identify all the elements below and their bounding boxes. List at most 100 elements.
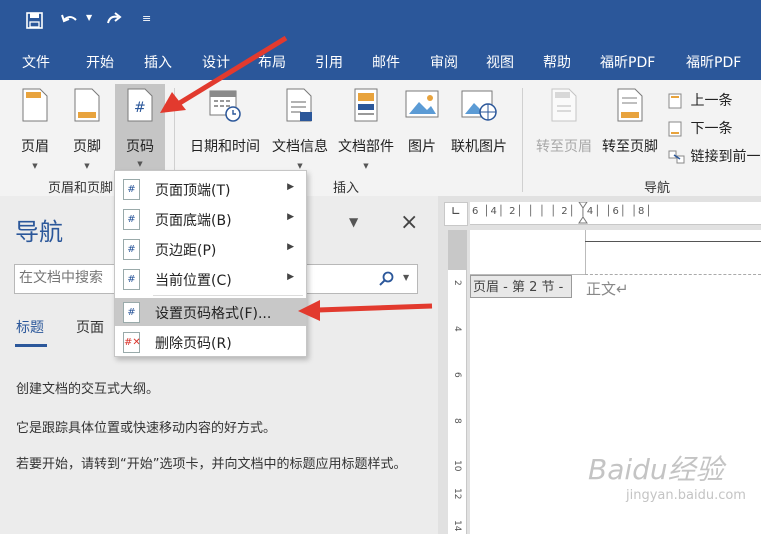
svg-text:#: #	[134, 100, 146, 116]
goto-header-icon	[551, 88, 577, 122]
goto-header-button[interactable]: 转至页眉	[532, 88, 596, 174]
picture-icon	[405, 90, 439, 118]
goto-footer-icon	[617, 88, 643, 122]
search-icon[interactable]	[379, 271, 395, 287]
ruler-tick-14: 14	[452, 520, 462, 532]
redo-icon[interactable]	[104, 12, 124, 29]
menu-item-label: 删除页码(R)	[155, 336, 232, 352]
goto-header-label: 转至页眉	[536, 139, 592, 155]
page-number-margin-icon: #	[123, 239, 140, 260]
chevron-down-icon: ▼	[363, 162, 369, 170]
tab-headings[interactable]: 标题	[16, 317, 44, 337]
previous-icon	[668, 93, 682, 109]
next-icon	[668, 121, 682, 137]
page-number-current-icon: #	[123, 269, 140, 290]
goto-footer-label: 转至页脚	[602, 139, 658, 155]
chevron-down-icon: ▼	[32, 162, 38, 170]
footer-icon	[74, 88, 100, 122]
tab-foxit-pdf-1[interactable]: 福昕PDF	[600, 52, 655, 72]
body-text[interactable]: 正文↵	[586, 278, 629, 299]
calendar-clock-icon	[209, 90, 241, 122]
ruler-tick-4: 4	[452, 326, 462, 332]
tab-mailings[interactable]: 邮件	[372, 52, 400, 72]
quickparts-label: 文档部件	[338, 139, 394, 155]
header-boundary	[585, 274, 761, 275]
undo-icon[interactable]	[60, 12, 80, 29]
header-icon	[22, 88, 48, 122]
menu-item-bottom-of-page[interactable]: # 页面底端(B) ▶	[115, 205, 306, 233]
search-options-icon[interactable]: ▼	[403, 273, 409, 282]
page-number-label: 页码	[126, 139, 154, 155]
page-number-top-icon: #	[123, 179, 140, 200]
tab-layout[interactable]: 布局	[258, 52, 286, 72]
datetime-label: 日期和时间	[190, 139, 260, 155]
tab-file[interactable]: 文件	[22, 52, 50, 72]
pane-options-icon[interactable]: ▼	[349, 215, 358, 229]
chevron-down-icon: ▼	[297, 162, 303, 170]
menu-item-label: 页边距(P)	[155, 243, 217, 259]
header-region	[470, 230, 586, 275]
footer-button[interactable]: 页脚 ▼	[64, 88, 110, 174]
chevron-right-icon: ▶	[287, 242, 294, 252]
header-section-tag: 页眉 - 第 2 节 -	[470, 275, 572, 298]
ruler-tick-6: 6	[452, 372, 462, 378]
tab-insert[interactable]: 插入	[144, 52, 172, 72]
chevron-down-icon: ▼	[137, 160, 143, 168]
menu-item-label: 当前位置(C)	[155, 273, 232, 289]
link-previous-button[interactable]: 链接到前一	[668, 146, 760, 166]
tab-foxit-pdf-2[interactable]: 福昕PDF	[686, 52, 741, 72]
page-number-button[interactable]: # 页码 ▼	[115, 84, 165, 172]
datetime-button[interactable]: 日期和时间	[186, 88, 264, 174]
online-picture-button[interactable]: 联机图片	[446, 88, 512, 174]
vertical-ruler[interactable]: 2 4 6 8 10 12 14	[448, 230, 467, 534]
tab-pages[interactable]: 页面	[76, 317, 104, 337]
ruler-tick-2: 2	[452, 280, 462, 286]
menu-item-page-margins[interactable]: # 页边距(P) ▶	[115, 235, 306, 263]
online-picture-icon	[461, 90, 497, 121]
close-icon[interactable]: ×	[400, 210, 418, 235]
group-label-navigation: 导航	[644, 181, 671, 196]
goto-footer-button[interactable]: 转至页脚	[598, 88, 662, 174]
menu-item-remove-page-numbers[interactable]: #✕ 删除页码(R)	[115, 328, 306, 356]
menu-item-top-of-page[interactable]: # 页面顶端(T) ▶	[115, 175, 306, 203]
nav-help-text-2: 它是跟踪具体位置或快速移动内容的好方式。	[16, 421, 277, 436]
tab-references[interactable]: 引用	[315, 52, 343, 72]
indent-marker-icon[interactable]	[578, 202, 588, 224]
next-label: 下一条	[690, 121, 733, 137]
watermark-url: jingyan.baidu.com	[626, 488, 746, 503]
tab-selector[interactable]: ∟	[444, 202, 468, 226]
horizontal-ruler[interactable]: 6 │4│ 2│ │ │ │ 2│ │4│ │6│ │8│	[470, 202, 761, 225]
quickparts-button[interactable]: 文档部件 ▼	[334, 88, 398, 174]
page-number-bottom-icon: #	[123, 209, 140, 230]
header-label: 页眉	[21, 139, 49, 155]
picture-button[interactable]: 图片	[402, 88, 442, 174]
previous-button[interactable]: 上一条	[668, 90, 732, 110]
customize-icon[interactable]: ≡	[142, 12, 151, 25]
document-info-icon	[286, 88, 312, 122]
ribbon-tabs: 文件 开始 插入 设计 布局 引用 邮件 审阅 视图 帮助 福昕PDF 福昕PD…	[0, 42, 761, 80]
menu-item-format-page-numbers[interactable]: # 设置页码格式(F)...	[115, 298, 306, 326]
active-tab-underline	[15, 344, 47, 347]
tab-review[interactable]: 审阅	[430, 52, 458, 72]
docinfo-button[interactable]: 文档信息 ▼	[268, 88, 332, 174]
nav-pane-title: 导航	[15, 218, 63, 246]
tab-view[interactable]: 视图	[486, 52, 514, 72]
footer-label: 页脚	[73, 139, 101, 155]
next-button[interactable]: 下一条	[668, 118, 732, 138]
menu-item-current-position[interactable]: # 当前位置(C) ▶	[115, 265, 306, 293]
header-button[interactable]: 页眉 ▼	[12, 88, 58, 174]
save-icon[interactable]	[26, 12, 43, 29]
menu-item-label: 页面顶端(T)	[155, 183, 231, 199]
link-previous-label: 链接到前一	[690, 149, 761, 165]
nav-help-text-1: 创建文档的交互式大纲。	[16, 382, 160, 397]
tab-home[interactable]: 开始	[86, 52, 114, 72]
remove-page-numbers-icon: #✕	[123, 332, 141, 353]
tab-design[interactable]: 设计	[202, 52, 230, 72]
format-page-numbers-icon: #	[123, 302, 140, 323]
tab-help[interactable]: 帮助	[543, 52, 571, 72]
document-area: ∟ 6 │4│ 2│ │ │ │ 2│ │4│ │6│ │8│ 2 4 6 8 …	[438, 196, 761, 534]
group-label-insert: 插入	[333, 181, 360, 196]
undo-dropdown-icon[interactable]: ▼	[86, 13, 92, 22]
ruler-tick-8: 8	[452, 418, 462, 424]
ruler-tick-12: 12	[452, 488, 462, 500]
